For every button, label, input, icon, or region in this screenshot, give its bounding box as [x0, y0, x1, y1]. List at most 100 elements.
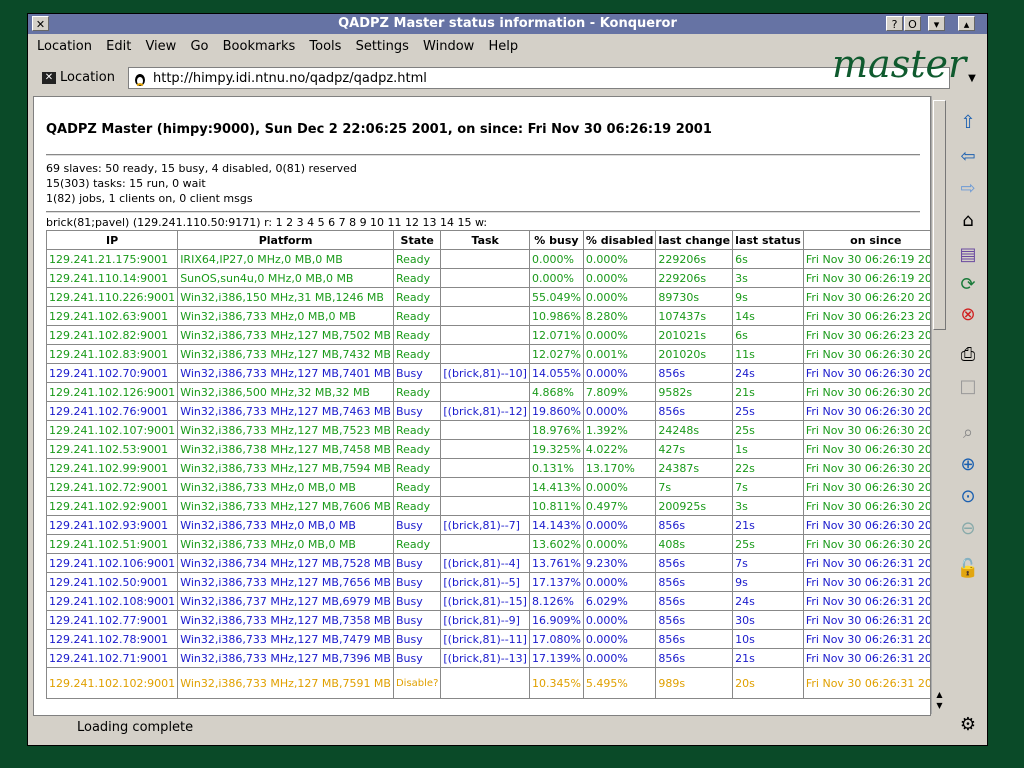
- table-cell: 89730s: [655, 287, 734, 307]
- column-header: on since: [802, 230, 930, 250]
- table-cell: 24248s: [655, 420, 734, 440]
- table-cell: 129.241.21.175:9001: [45, 249, 179, 269]
- table-cell: 0.000%: [582, 363, 657, 383]
- table-cell: 0.000%: [528, 268, 584, 288]
- table-cell: 201021s: [655, 325, 734, 345]
- table-cell: 0.000%: [582, 534, 657, 554]
- table-cell: [440, 420, 530, 440]
- scroll-up-icon[interactable]: ▲: [933, 690, 946, 700]
- table-cell: 0.000%: [582, 572, 657, 592]
- table-cell: Fri Nov 30 06:26:19 2001: [802, 249, 930, 269]
- back-icon[interactable]: ⇦: [954, 142, 982, 170]
- table-cell: 21s: [732, 648, 804, 668]
- zoom-in-icon[interactable]: ⊕: [954, 450, 982, 478]
- scroll-down-icon[interactable]: ▼: [933, 701, 946, 711]
- vertical-scrollbar[interactable]: ▲ ▼: [931, 96, 948, 714]
- reload-icon[interactable]: ⟳: [954, 270, 982, 298]
- clear-icon: ✕: [42, 71, 56, 84]
- menu-bookmarks[interactable]: Bookmarks: [223, 36, 296, 58]
- table-cell: 0.000%: [582, 268, 657, 288]
- menu-go[interactable]: Go: [190, 36, 208, 58]
- table-cell: 129.241.102.76:9001: [45, 401, 179, 421]
- minimize-button[interactable]: ▾: [928, 16, 945, 31]
- maximize-button[interactable]: ▴: [958, 16, 975, 31]
- column-header: last change: [655, 230, 734, 250]
- table-cell: Fri Nov 30 06:26:30 2001: [802, 363, 930, 383]
- table-cell: Busy: [392, 591, 442, 611]
- zoom-icon[interactable]: ⊙: [954, 482, 982, 510]
- table-row: 129.241.102.126:9001 Win32,i386,500 MHz,3…: [45, 382, 930, 402]
- column-header: Platform: [177, 230, 394, 250]
- stop-icon[interactable]: ⊗: [954, 300, 982, 328]
- sticky-button[interactable]: O: [904, 16, 921, 31]
- table-cell: 129.241.102.63:9001: [45, 306, 179, 326]
- column-header: % disabled: [582, 230, 657, 250]
- table-cell: Fri Nov 30 06:26:31 2001: [802, 553, 930, 573]
- menu-window[interactable]: Window: [423, 36, 474, 58]
- table-cell: Fri Nov 30 06:26:30 2001: [802, 344, 930, 364]
- table-cell: 25s: [732, 534, 804, 554]
- table-cell: 12.071%: [528, 325, 584, 345]
- table-cell: Disable?: [392, 667, 442, 699]
- table-cell: 129.241.110.226:9001: [45, 287, 179, 307]
- table-cell: 7s: [732, 477, 804, 497]
- table-cell: Win32,i386,733 MHz,127 MB,7432 MB: [177, 344, 394, 364]
- menu-tools[interactable]: Tools: [309, 36, 341, 58]
- title-bar[interactable]: ✕ QADPZ Master status information - Konq…: [28, 14, 987, 34]
- table-row: 129.241.102.78:9001 Win32,i386,733 MHz,12…: [45, 629, 930, 649]
- table-cell: [440, 382, 530, 402]
- table-cell: [(brick,81)--10]: [440, 363, 530, 383]
- table-cell: Win32,i386,733 MHz,127 MB,7396 MB: [177, 648, 394, 668]
- table-cell: 22s: [732, 458, 804, 478]
- forward-icon[interactable]: ⇨: [954, 174, 982, 202]
- table-cell: 25s: [732, 420, 804, 440]
- stats-tasks: 15(303) tasks: 15 run, 0 wait: [46, 177, 206, 190]
- table-cell: 129.241.102.50:9001: [45, 572, 179, 592]
- table-cell: 129.241.102.78:9001: [45, 629, 179, 649]
- table-row: 129.241.102.51:9001 Win32,i386,733 MHz,0 …: [45, 534, 930, 554]
- lock-icon[interactable]: 🔓: [954, 554, 982, 582]
- table-cell: Fri Nov 30 06:26:30 2001: [802, 496, 930, 516]
- table-row: 129.241.102.106:9001 Win32,i386,734 MHz,1…: [45, 553, 930, 573]
- find-icon[interactable]: ⌕: [954, 418, 982, 446]
- table-cell: 0.000%: [582, 477, 657, 497]
- table-cell: Win32,i386,733 MHz,0 MB,0 MB: [177, 306, 394, 326]
- table-cell: Fri Nov 30 06:26:30 2001: [802, 458, 930, 478]
- bookmark-icon[interactable]: ▤: [954, 240, 982, 268]
- table-row: 129.241.102.107:9001 Win32,i386,733 MHz,1…: [45, 420, 930, 440]
- menu-settings[interactable]: Settings: [356, 36, 409, 58]
- table-cell: 129.241.102.107:9001: [45, 420, 179, 440]
- divider: [46, 154, 920, 156]
- settings-icon[interactable]: ⚙: [954, 710, 982, 738]
- menu-location[interactable]: Location: [37, 36, 92, 58]
- home-icon[interactable]: ⌂: [954, 206, 982, 234]
- table-cell: 10s: [732, 629, 804, 649]
- table-row: 129.241.102.50:9001 Win32,i386,733 MHz,12…: [45, 572, 930, 592]
- table-cell: 14s: [732, 306, 804, 326]
- menu-view[interactable]: View: [145, 36, 176, 58]
- table-cell: Win32,i386,733 MHz,127 MB,7401 MB: [177, 363, 394, 383]
- table-cell: 129.241.102.102:9001: [45, 667, 179, 699]
- print-icon[interactable]: ⎙: [954, 340, 982, 368]
- table-cell: Busy: [392, 648, 442, 668]
- table-cell: 408s: [655, 534, 734, 554]
- table-cell: 7s: [732, 553, 804, 573]
- menu-edit[interactable]: Edit: [106, 36, 131, 58]
- table-cell: 129.241.110.14:9001: [45, 268, 179, 288]
- scrollbar-thumb[interactable]: [933, 100, 946, 330]
- table-cell: Ready: [392, 420, 442, 440]
- table-cell: 19.325%: [528, 439, 584, 459]
- zoom-out-icon[interactable]: ⊖: [954, 514, 982, 542]
- table-cell: Win32,i386,733 MHz,127 MB,7479 MB: [177, 629, 394, 649]
- blank-icon[interactable]: □: [954, 372, 982, 400]
- table-cell: 129.241.102.53:9001: [45, 439, 179, 459]
- table-cell: Win32,i386,733 MHz,127 MB,7502 MB: [177, 325, 394, 345]
- table-cell: [440, 458, 530, 478]
- up-icon[interactable]: ⇧: [954, 108, 982, 136]
- location-clear-button[interactable]: ✕ Location: [42, 68, 126, 88]
- table-row: 129.241.21.175:9001 IRIX64,IP27,0 MHz,0 M…: [45, 249, 930, 269]
- table-cell: Fri Nov 30 06:26:30 2001: [802, 382, 930, 402]
- help-button[interactable]: ?: [886, 16, 903, 31]
- url-input[interactable]: http://himpy.idi.ntnu.no/qadpz/qadpz.htm…: [128, 67, 950, 89]
- menu-help[interactable]: Help: [488, 36, 518, 58]
